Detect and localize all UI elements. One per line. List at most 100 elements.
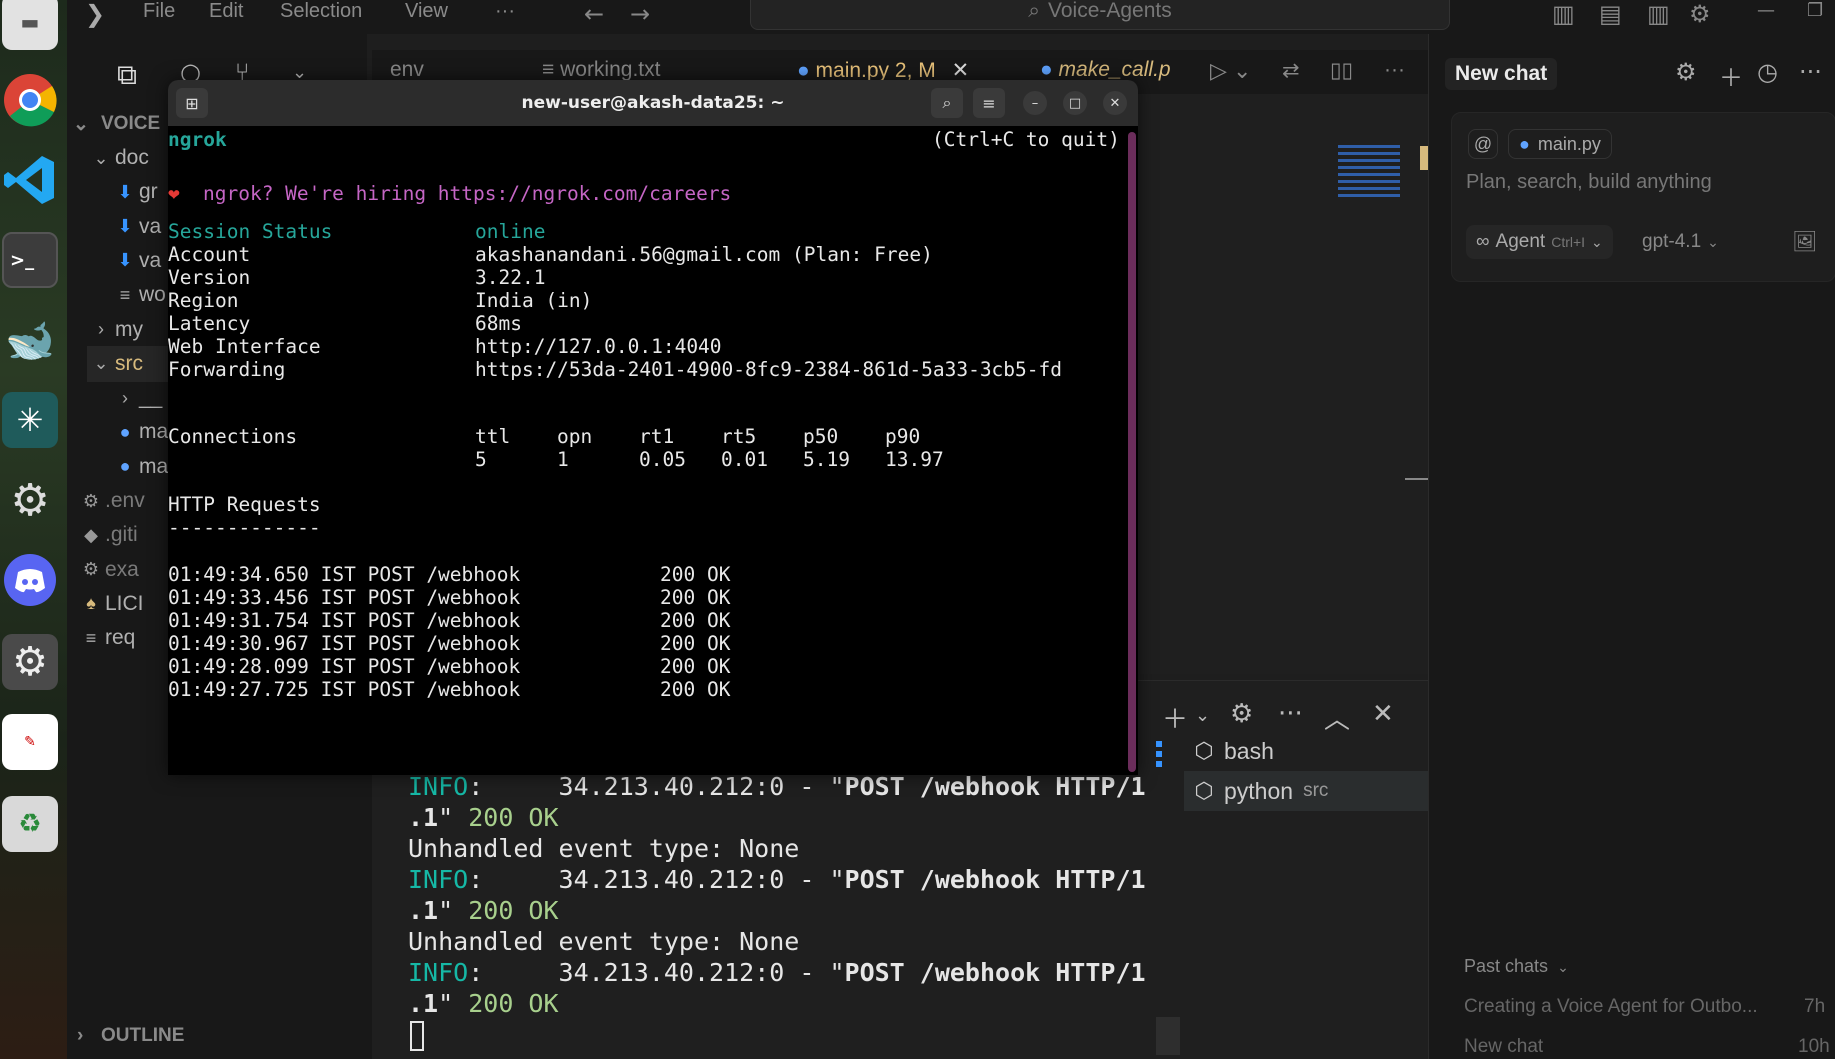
past-chat-item[interactable]: New chat 10h bbox=[1464, 1036, 1835, 1058]
chat-title[interactable]: New chat bbox=[1445, 58, 1558, 90]
toggle-panel-icon[interactable]: ▤ bbox=[1599, 0, 1622, 28]
split-editor-icon[interactable]: ▯▯ bbox=[1330, 58, 1353, 83]
quit-hint: (Ctrl+C to quit) bbox=[932, 128, 1120, 151]
more-icon[interactable]: ··· bbox=[1278, 699, 1303, 729]
gear-icon[interactable]: ⚙ bbox=[1230, 699, 1253, 729]
new-tab-icon[interactable]: ⊞ bbox=[176, 88, 208, 118]
hamburger-menu-icon[interactable]: ≡ bbox=[973, 88, 1005, 118]
agent-mode-button[interactable]: ∞ Agent Ctrl+I ⌄ bbox=[1466, 225, 1613, 259]
tree-item-label: gr bbox=[139, 180, 158, 204]
terminal-line-part: POST /webhook HTTP/1 bbox=[844, 865, 1146, 894]
restore-icon[interactable]: ❐ bbox=[1807, 0, 1823, 21]
settings-icon[interactable]: ⚙ bbox=[1689, 0, 1711, 28]
ngrok-terminal-window: new-user@akash-data25: ~ ⊞ ⌕ ≡ – □ ✕ ngr… bbox=[168, 80, 1138, 775]
model-selector[interactable]: gpt-4.1 ⌄ bbox=[1642, 225, 1719, 259]
past-chats-label: Past chats bbox=[1464, 956, 1549, 976]
perplexity-icon[interactable]: ✳ bbox=[2, 392, 58, 448]
minimize-icon[interactable]: – bbox=[1023, 91, 1047, 115]
discord-icon[interactable] bbox=[2, 552, 58, 608]
terminal-line-part: INFO bbox=[408, 958, 469, 987]
tab-working-txt[interactable]: ≡ working.txt bbox=[542, 58, 660, 82]
terminal-line: .1" 200 OK bbox=[408, 802, 1146, 833]
terminal-scrollbar[interactable] bbox=[1156, 1017, 1180, 1055]
git-icon: ◆ bbox=[84, 524, 98, 545]
image-icon[interactable]: ✎ bbox=[2, 714, 58, 770]
toggle-sidebar-icon[interactable]: ▥ bbox=[1552, 0, 1575, 28]
image-attach-icon[interactable]: 🖼 bbox=[1792, 229, 1817, 254]
chevron-down-icon: ⌄ bbox=[1707, 233, 1719, 250]
chat-input-box[interactable]: @ ● main.py Plan, search, build anything… bbox=[1451, 112, 1835, 282]
deepseek-icon[interactable]: 🐋 bbox=[2, 312, 58, 368]
hiring-banner[interactable]: ngrok? We're hiring https://ngrok.com/ca… bbox=[203, 180, 731, 207]
context-chip[interactable]: ● main.py bbox=[1508, 129, 1612, 159]
search-icon[interactable]: ⌕ bbox=[931, 88, 963, 118]
request-method: POST bbox=[367, 655, 415, 678]
files-icon[interactable]: ▬ bbox=[2, 0, 58, 50]
terminal-icon[interactable]: >_ bbox=[2, 232, 58, 288]
system-settings-icon[interactable]: ⚙ bbox=[2, 634, 58, 690]
compare-icon[interactable]: ⇄ bbox=[1282, 58, 1300, 83]
past-chats-header[interactable]: Past chats ⌄ bbox=[1464, 956, 1569, 977]
terminal-item-sub: src bbox=[1303, 780, 1329, 801]
terminal-item-python[interactable]: ⬡ python src bbox=[1184, 771, 1432, 811]
tree-item-label: ma bbox=[139, 454, 169, 478]
request-row: 01:49:27.725 IST POST /webhook bbox=[168, 676, 520, 703]
history-icon[interactable]: ◷ bbox=[1757, 58, 1778, 86]
chrome-icon[interactable] bbox=[2, 72, 58, 128]
chevron-down-icon[interactable]: ⌄ bbox=[1195, 705, 1210, 726]
toggle-secondary-icon[interactable]: ▥ bbox=[1647, 0, 1670, 28]
close-panel-icon[interactable]: ✕ bbox=[1372, 699, 1394, 729]
terminal-line-part: 200 OK bbox=[468, 989, 559, 1018]
past-chat-time: 10h bbox=[1798, 1036, 1830, 1057]
menu-view[interactable]: View bbox=[405, 0, 448, 23]
mention-button[interactable]: @ bbox=[1468, 129, 1498, 159]
close-icon[interactable]: ✕ bbox=[1103, 91, 1127, 115]
explorer-icon[interactable]: ⧉ bbox=[117, 58, 137, 92]
settings-gear-icon[interactable]: ⚙ bbox=[2, 472, 58, 528]
chevron-right-icon: › bbox=[98, 319, 104, 339]
conn-value: 0.01 bbox=[721, 448, 768, 471]
dock: ▬ >_ 🐋 ✳ ⚙ ⚙ ✎ ♻ bbox=[0, 0, 67, 1059]
window-titlebar[interactable]: new-user@akash-data25: ~ ⊞ ⌕ ≡ – □ ✕ bbox=[168, 80, 1138, 126]
terminal-line-part: : 34.213.40.212:0 - " bbox=[468, 772, 845, 801]
menu-more[interactable]: ··· bbox=[495, 0, 515, 23]
tab-env[interactable]: env bbox=[390, 58, 424, 82]
vscode-icon[interactable] bbox=[2, 152, 58, 208]
sash-handle[interactable] bbox=[1405, 478, 1429, 480]
past-chat-title: Creating a Voice Agent for Outbo... bbox=[1464, 996, 1758, 1017]
more-icon[interactable]: ··· bbox=[1799, 58, 1822, 86]
minimap[interactable] bbox=[1338, 145, 1400, 200]
more-actions-icon[interactable]: ··· bbox=[1384, 58, 1405, 82]
gear-icon[interactable]: ⚙ bbox=[1675, 58, 1697, 86]
tree-item-label: __ bbox=[139, 386, 163, 410]
terminal-cursor bbox=[410, 1021, 424, 1051]
command-search[interactable]: ⌕ Voice-Agents bbox=[750, 0, 1450, 30]
terminal-output[interactable]: INFO : 34.213.40.212:0 - " POST /webhook H… bbox=[408, 771, 1146, 1019]
menu-edit[interactable]: Edit bbox=[209, 0, 243, 23]
back-arrow-icon[interactable]: ← bbox=[584, 0, 604, 28]
field-value[interactable]: https://53da-2401-4900-8fc9-2384-861d-5a… bbox=[475, 356, 1062, 383]
ngrok-output[interactable]: ngrok (Ctrl+C to quit) ❤ ngrok? We're hi… bbox=[168, 126, 1128, 775]
menu-file[interactable]: File bbox=[143, 0, 175, 23]
request-time: 01:49:28.099 IST bbox=[168, 655, 356, 678]
trash-icon[interactable]: ♻ bbox=[2, 796, 58, 852]
chat-placeholder[interactable]: Plan, search, build anything bbox=[1466, 171, 1712, 194]
forward-arrow-icon[interactable]: → bbox=[630, 0, 650, 28]
minimize-icon[interactable]: — bbox=[1757, 0, 1775, 21]
terminal-line: INFO: 34.213.40.212:0 - "POST /webhook H… bbox=[408, 957, 1146, 988]
new-chat-plus-icon[interactable]: ＋ bbox=[1719, 58, 1743, 93]
tree-item-label: exa bbox=[105, 557, 139, 581]
terminal-line-part: " bbox=[438, 803, 469, 832]
menu-selection[interactable]: Selection bbox=[280, 0, 362, 23]
close-icon[interactable]: ✕ bbox=[952, 59, 970, 82]
terminal-scrollbar[interactable] bbox=[1128, 132, 1136, 772]
outline-section[interactable]: › OUTLINE bbox=[77, 1018, 382, 1054]
python-icon: ● bbox=[119, 456, 131, 477]
tree-item-label: .env bbox=[105, 489, 145, 512]
terminal-line: INFO: 34.213.40.212:0 - "POST /webhook H… bbox=[408, 864, 1146, 895]
maximize-icon[interactable]: □ bbox=[1063, 91, 1087, 115]
run-icon[interactable]: ▷ ⌄ bbox=[1210, 58, 1251, 84]
terminal-item-bash[interactable]: ⬡ bash bbox=[1184, 731, 1432, 771]
tab-make-call[interactable]: ● make_call.p bbox=[1040, 58, 1171, 82]
past-chat-item[interactable]: Creating a Voice Agent for Outbo... 7h bbox=[1464, 996, 1835, 1018]
